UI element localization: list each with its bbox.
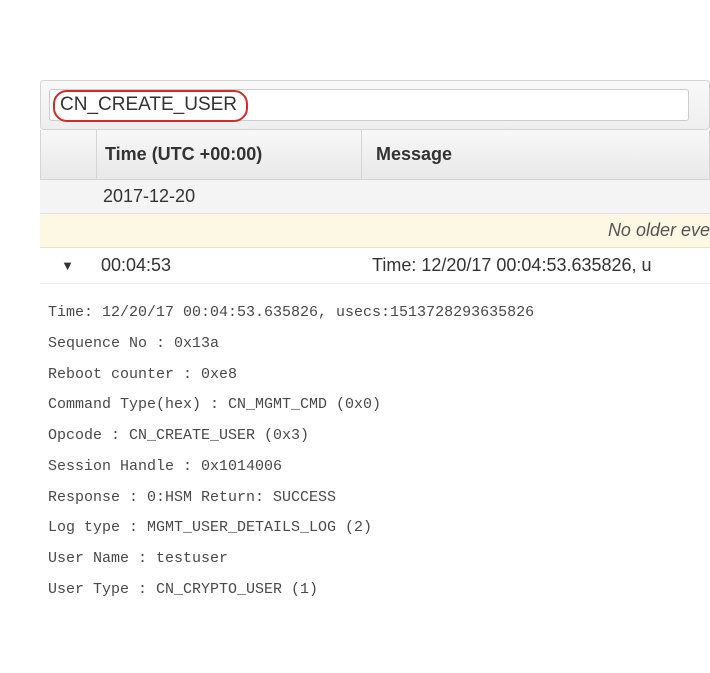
detail-line: Opcode : CN_CREATE_USER (0x3): [48, 427, 309, 444]
date-group-label: 2017-12-20: [95, 186, 195, 207]
log-event-row[interactable]: ▼ 00:04:53 Time: 12/20/17 00:04:53.63582…: [40, 248, 710, 284]
detail-line: User Type : CN_CRYPTO_USER (1): [48, 581, 318, 598]
time-column-header[interactable]: Time (UTC +00:00): [96, 130, 361, 179]
expand-toggle-icon[interactable]: ▼: [40, 258, 95, 273]
detail-line: Reboot counter : 0xe8: [48, 366, 237, 383]
search-input[interactable]: [49, 89, 689, 121]
message-column-header[interactable]: Message: [361, 130, 709, 179]
search-bar: [40, 80, 710, 130]
detail-line: Session Handle : 0x1014006: [48, 458, 282, 475]
date-group-row: 2017-12-20: [40, 180, 710, 214]
event-details: Time: 12/20/17 00:04:53.635826, usecs:15…: [40, 284, 710, 606]
detail-line: User Name : testuser: [48, 550, 228, 567]
event-time: 00:04:53: [95, 255, 360, 276]
detail-line: Response : 0:HSM Return: SUCCESS: [48, 489, 336, 506]
detail-line: Command Type(hex) : CN_MGMT_CMD (0x0): [48, 396, 381, 413]
no-older-events-text: No older eve: [608, 220, 710, 241]
detail-line: Time: 12/20/17 00:04:53.635826, usecs:15…: [48, 304, 534, 321]
event-message: Time: 12/20/17 00:04:53.635826, u: [360, 255, 710, 276]
detail-line: Log type : MGMT_USER_DETAILS_LOG (2): [48, 519, 372, 536]
table-header-row: Time (UTC +00:00) Message: [40, 130, 710, 180]
detail-line: Sequence No : 0x13a: [48, 335, 219, 352]
notice-row: No older eve: [40, 214, 710, 248]
